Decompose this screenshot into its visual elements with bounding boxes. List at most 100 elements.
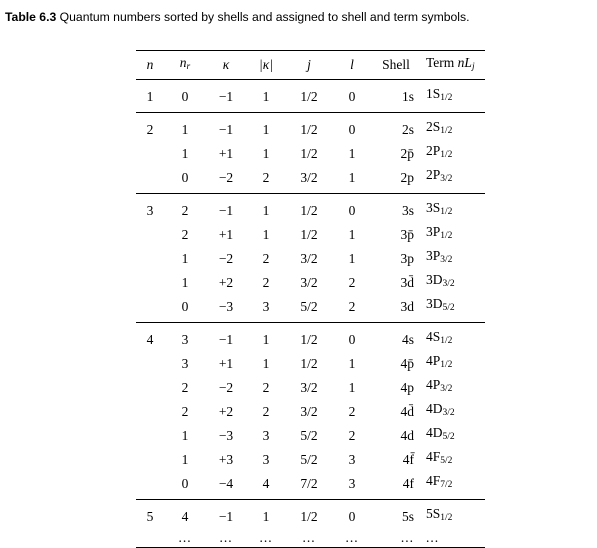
term-symbol: 3S — [426, 200, 441, 215]
cell-kappa: +2 — [218, 403, 234, 419]
cell-term: 3P3/2 — [420, 246, 485, 270]
header-term-symbol: nL — [457, 55, 472, 70]
term-subscript: 3/2 — [440, 255, 453, 265]
cell-shell: 4f — [402, 475, 414, 491]
term-symbol: 4D — [426, 425, 443, 440]
cell-nr: 0 — [181, 475, 189, 491]
cell-nr: 2 — [181, 379, 189, 395]
header-shell: Shell — [382, 57, 410, 72]
caption-text: Quantum numbers sorted by shells and ass… — [59, 10, 470, 24]
table-row: 2 +1 1 1/2 1 3p̄ 3P1/2 — [136, 222, 485, 246]
term-symbol: 4F — [426, 449, 441, 464]
cell-shell: 4d̄ — [400, 403, 415, 419]
term-symbol: 4F — [426, 473, 441, 488]
cell-kappa: −3 — [218, 427, 234, 443]
cell-abs-kappa: 4 — [262, 475, 270, 491]
cell-j: 1/2 — [300, 355, 318, 371]
cell-l: 2 — [348, 298, 356, 314]
cell-l: 1 — [348, 355, 356, 371]
header-nr: nr — [164, 51, 206, 80]
cell-n — [136, 423, 164, 447]
cell-nr: 2 — [181, 202, 189, 218]
cell-n — [136, 351, 164, 375]
cell-term: 2P1/2 — [420, 141, 485, 165]
header-abs-kappa: |κ| — [259, 57, 273, 72]
table-row: 3 2 −1 1 1/2 0 3s 3S1/2 — [136, 194, 485, 223]
cell-term: 5S1/2 — [420, 500, 485, 529]
cell-kappa: +1 — [218, 145, 234, 161]
cell-n: 2 — [146, 121, 154, 137]
cell-j: 5/2 — [300, 298, 318, 314]
term-subscript: 1/2 — [440, 336, 453, 346]
header-n: n — [146, 57, 154, 72]
cell-j: 5/2 — [300, 451, 318, 467]
term-symbol: 2P — [426, 143, 441, 158]
term-symbol: 4P — [426, 353, 441, 368]
cell-kappa: −2 — [218, 250, 234, 266]
cell-n — [136, 246, 164, 270]
table-caption: Table 6.3 Quantum numbers sorted by shel… — [5, 10, 595, 24]
table-header: n nr κ |κ| j l Shell Term nLj — [136, 50, 485, 80]
header-row: n nr κ |κ| j l Shell Term nLj — [136, 50, 485, 80]
cell-term: 3S1/2 — [420, 194, 485, 223]
term-symbol: 2S — [426, 119, 441, 134]
cell-l: 0 — [348, 331, 356, 347]
cell-abs-kappa: 2 — [262, 169, 270, 185]
header-l: l — [350, 57, 354, 72]
cell-shell: 4p̄ — [400, 355, 415, 371]
cell-abs-kappa: 1 — [262, 508, 270, 524]
table-row: 0 −4 4 7/2 3 4f 4F7/2 — [136, 471, 485, 500]
cell-shell: 4f̄ — [402, 451, 414, 467]
term-symbol: 2P — [426, 167, 441, 182]
ellipsis-kappa: ... — [219, 530, 233, 545]
cell-kappa: +3 — [218, 451, 234, 467]
ellipsis-j: ... — [302, 530, 316, 545]
cell-term: 2P3/2 — [420, 165, 485, 194]
cell-abs-kappa: 2 — [262, 403, 270, 419]
term-subscript: 3/2 — [442, 408, 455, 418]
cell-shell: 2p̄ — [400, 145, 415, 161]
cell-shell: 1s — [401, 88, 414, 104]
cell-n — [136, 471, 164, 500]
cell-abs-kappa: 2 — [262, 250, 270, 266]
cell-nr: 0 — [181, 298, 189, 314]
term-subscript: 1/2 — [440, 360, 453, 370]
cell-term: 4S1/2 — [420, 323, 485, 352]
cell-n: 3 — [146, 202, 154, 218]
cell-nr: 0 — [181, 169, 189, 185]
cell-n — [136, 165, 164, 194]
table-row: 1 +1 1 1/2 1 2p̄ 2P1/2 — [136, 141, 485, 165]
cell-l: 1 — [348, 250, 356, 266]
term-symbol: 4P — [426, 377, 441, 392]
header-term-prefix: Term — [426, 55, 458, 70]
term-subscript: 3/2 — [440, 384, 453, 394]
header-term: Term nLj — [420, 51, 485, 80]
table-row: 2 1 −1 1 1/2 0 2s 2S1/2 — [136, 113, 485, 142]
cell-j: 1/2 — [300, 202, 318, 218]
cell-j: 3/2 — [300, 403, 318, 419]
cell-nr: 4 — [181, 508, 189, 524]
cell-term: 4P3/2 — [420, 375, 485, 399]
cell-abs-kappa: 3 — [262, 451, 270, 467]
cell-l: 1 — [348, 379, 356, 395]
cell-shell: 3d — [400, 298, 415, 314]
cell-n — [136, 399, 164, 423]
cell-nr: 1 — [181, 121, 189, 137]
term-symbol: 1S — [426, 86, 441, 101]
cell-abs-kappa: 1 — [262, 331, 270, 347]
term-symbol: 3D — [426, 296, 443, 311]
cell-n — [136, 294, 164, 323]
cell-nr: 1 — [181, 250, 189, 266]
cell-term: 1S1/2 — [420, 80, 485, 113]
table-group-n4: 4 3 −1 1 1/2 0 4s 4S1/2 3 +1 1 1/2 1 4p̄ 4P1/2 2 −2 2 3/2 1… — [136, 323, 485, 500]
cell-term: 4D3/2 — [420, 399, 485, 423]
cell-l: 0 — [348, 121, 356, 137]
cell-kappa: −3 — [218, 298, 234, 314]
cell-shell: 2s — [401, 121, 414, 137]
cell-n: 5 — [146, 508, 154, 524]
cell-l: 2 — [348, 274, 356, 290]
cell-abs-kappa: 1 — [262, 145, 270, 161]
cell-j: 1/2 — [300, 121, 318, 137]
table-row: 2 +2 2 3/2 2 4d̄ 4D3/2 — [136, 399, 485, 423]
header-j: j — [307, 57, 311, 72]
